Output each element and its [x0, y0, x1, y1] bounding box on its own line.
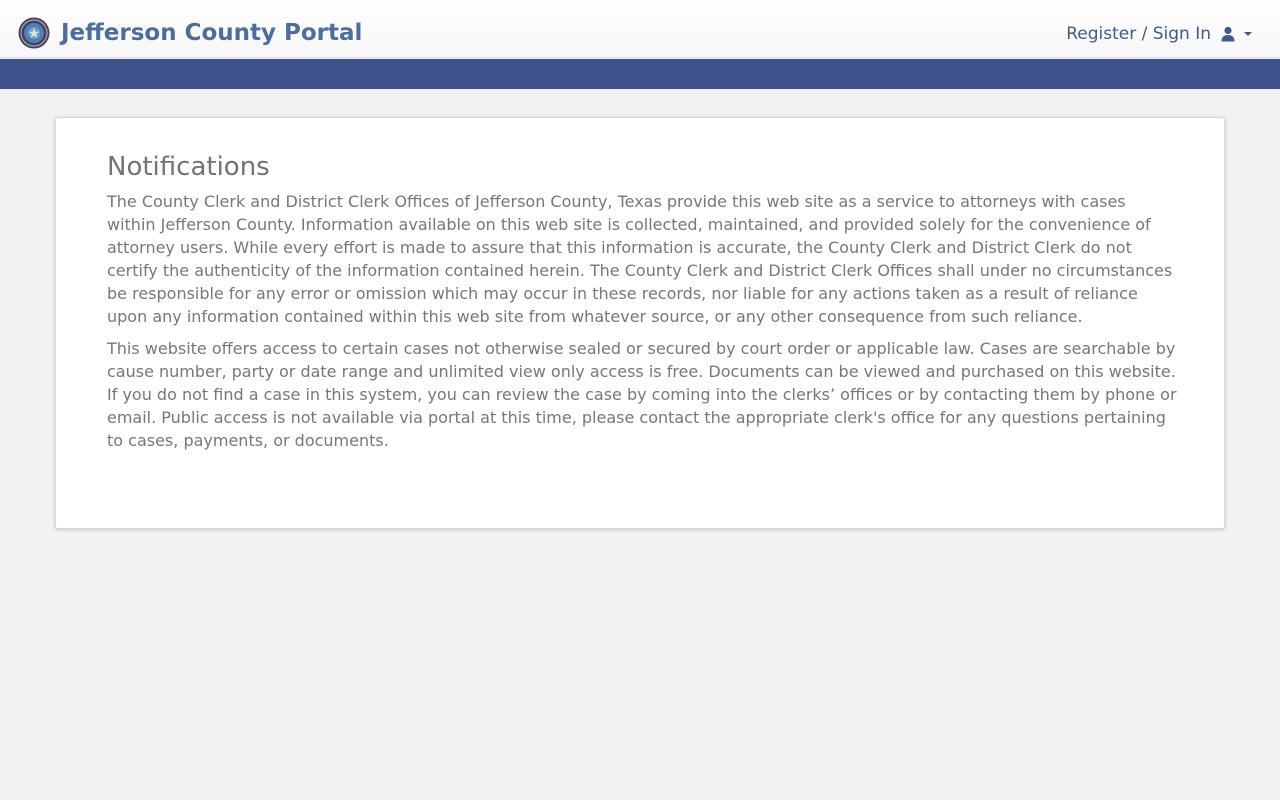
county-seal-icon[interactable]	[18, 17, 50, 49]
notice-paragraph-disclaimer: The County Clerk and District Clerk Offi…	[107, 192, 1173, 326]
portal-title-link[interactable]: Jefferson County Portal	[61, 18, 362, 48]
user-icon	[1221, 26, 1235, 42]
top-header: Jefferson County Portal Register / Sign …	[0, 0, 1280, 58]
signin-label: Register / Sign In	[1066, 24, 1211, 44]
notifications-heading: Notifications	[107, 152, 270, 182]
notifications-panel: Notifications The County Clerk and Distr…	[55, 117, 1225, 529]
nav-bar	[0, 59, 1280, 89]
notice-paragraph-access: This website offers access to certain ca…	[107, 339, 1177, 450]
chevron-down-icon	[1244, 32, 1252, 36]
register-signin-dropdown[interactable]: Register / Sign In	[1066, 21, 1252, 47]
